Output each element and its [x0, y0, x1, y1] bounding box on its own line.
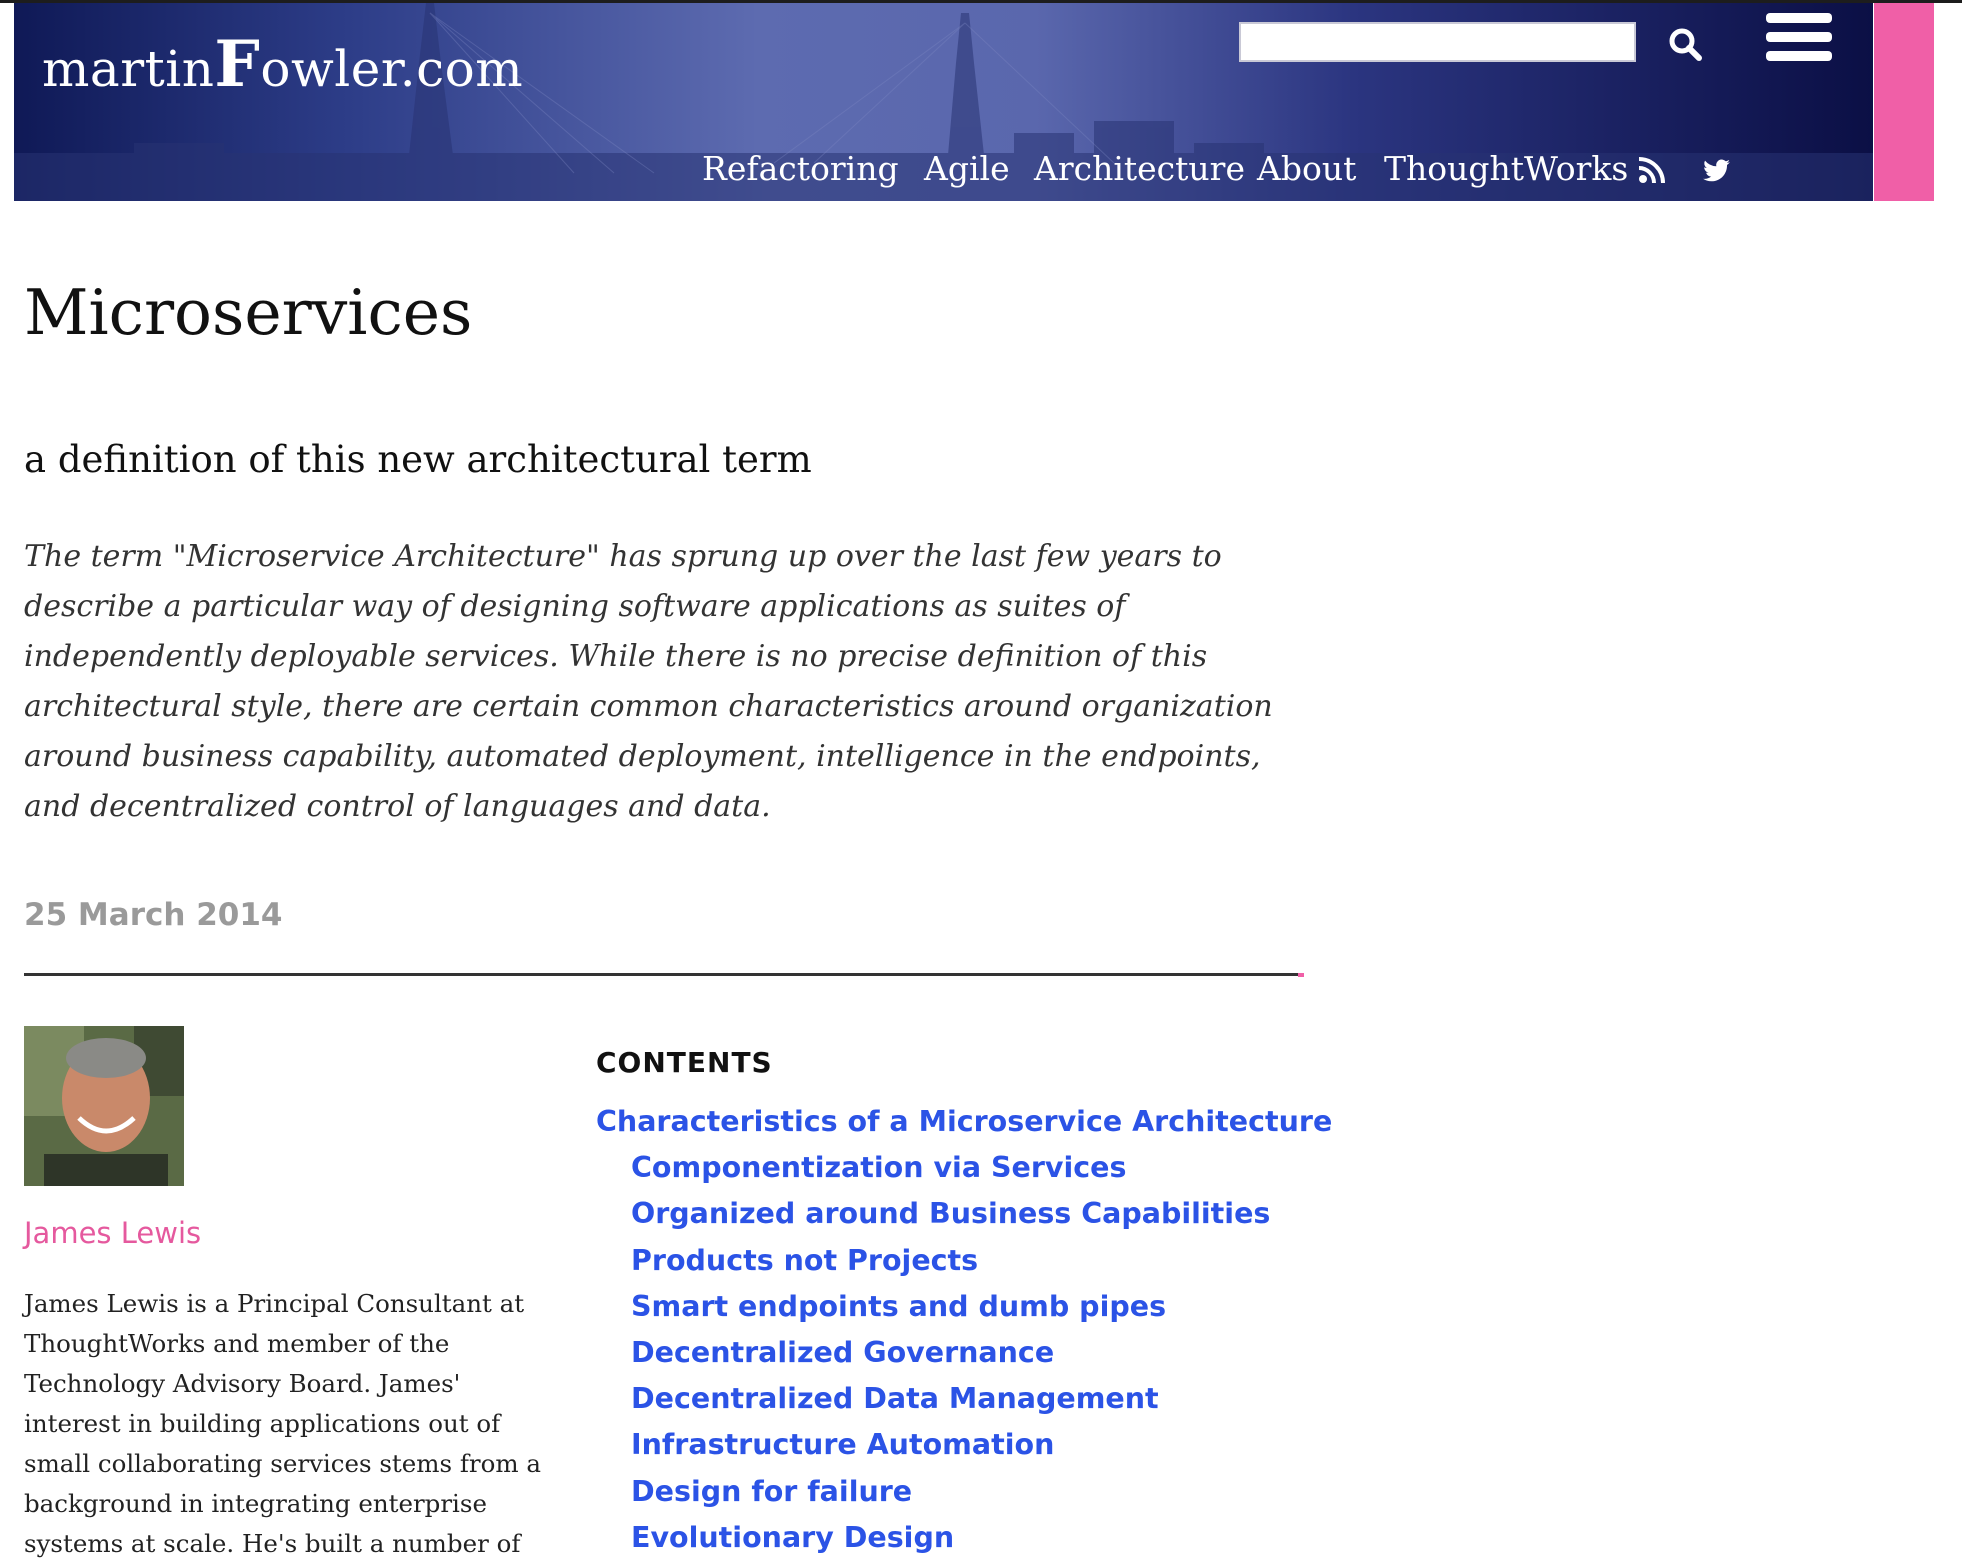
- nav-architecture[interactable]: Architecture: [1034, 149, 1245, 188]
- section-divider: [24, 973, 1304, 976]
- contents-heading: CONTENTS: [596, 1046, 773, 1079]
- toc-item: Design for failure: [596, 1472, 1332, 1518]
- page-subtitle: a definition of this new architectural t…: [24, 438, 812, 481]
- rss-icon[interactable]: [1637, 157, 1667, 185]
- table-of-contents: Characteristics of a Microservice Archit…: [596, 1102, 1332, 1564]
- logo-text-f: F: [214, 27, 261, 102]
- toc-item: Componentization via Services: [596, 1148, 1332, 1194]
- logo-text-owler: owler.com: [260, 40, 524, 98]
- toc-link-smart-endpoints[interactable]: Smart endpoints and dumb pipes: [631, 1290, 1166, 1323]
- twitter-icon[interactable]: [1702, 157, 1732, 185]
- toc-link-business-capabilities[interactable]: Organized around Business Capabilities: [631, 1197, 1270, 1230]
- toc-link-decentralized-data[interactable]: Decentralized Data Management: [631, 1382, 1159, 1415]
- hamburger-menu-icon[interactable]: [1766, 13, 1832, 71]
- toc-item: Characteristics of a Microservice Archit…: [596, 1102, 1332, 1148]
- toc-link-componentization[interactable]: Componentization via Services: [631, 1151, 1126, 1184]
- article-abstract: The term "Microservice Architecture" has…: [24, 539, 1273, 824]
- nav-about[interactable]: About: [1257, 149, 1356, 188]
- page-title: Microservices: [24, 276, 473, 349]
- toc-item: Evolutionary Design: [596, 1518, 1332, 1564]
- logo-text-martin: martin: [42, 40, 215, 98]
- author-bio: James Lewis is a Principal Consultant at…: [24, 1289, 542, 1558]
- toc-item: Decentralized Data Management: [596, 1379, 1332, 1425]
- section-divider-accent: [1298, 973, 1304, 977]
- toc-item: Products not Projects: [596, 1241, 1332, 1287]
- search-button[interactable]: [1666, 25, 1706, 65]
- search-input[interactable]: [1239, 22, 1636, 62]
- author-name-link[interactable]: James Lewis: [24, 1216, 201, 1250]
- nav-thoughtworks[interactable]: ThoughtWorks: [1384, 149, 1628, 188]
- accent-bar: [1874, 3, 1934, 201]
- site-header: martinFowler.com Refactoring Agile Archi…: [14, 3, 1873, 201]
- search-icon: [1669, 28, 1702, 61]
- site-logo[interactable]: martinFowler.com: [42, 27, 523, 102]
- toc-item: Smart endpoints and dumb pipes: [596, 1287, 1332, 1333]
- publish-date: 25 March 2014: [24, 897, 283, 933]
- toc-item: Infrastructure Automation: [596, 1425, 1332, 1471]
- author-avatar[interactable]: [24, 1026, 184, 1186]
- toc-link-infrastructure-automation[interactable]: Infrastructure Automation: [631, 1428, 1054, 1461]
- toc-item: Decentralized Governance: [596, 1333, 1332, 1379]
- toc-link-decentralized-governance[interactable]: Decentralized Governance: [631, 1336, 1054, 1369]
- toc-link-evolutionary-design[interactable]: Evolutionary Design: [631, 1521, 954, 1554]
- toc-link-products-not-projects[interactable]: Products not Projects: [631, 1244, 978, 1277]
- nav-agile[interactable]: Agile: [924, 149, 1010, 188]
- nav-refactoring[interactable]: Refactoring: [702, 149, 899, 188]
- author-photo: [24, 1026, 184, 1186]
- toc-item: Organized around Business Capabilities: [596, 1194, 1332, 1240]
- toc-link-characteristics[interactable]: Characteristics of a Microservice Archit…: [596, 1105, 1332, 1138]
- toc-link-design-for-failure[interactable]: Design for failure: [631, 1475, 912, 1508]
